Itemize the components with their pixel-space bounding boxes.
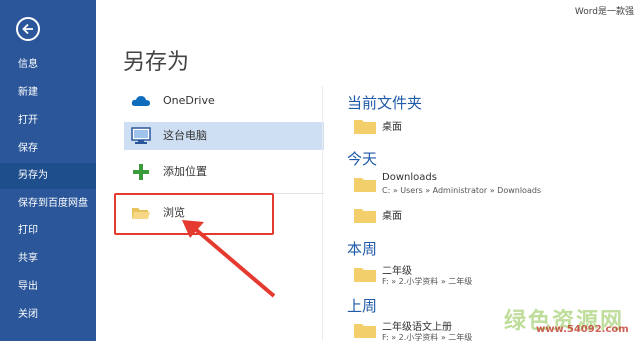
- location-add-place[interactable]: 添加位置: [124, 158, 324, 186]
- folder-item-grade2[interactable]: 二年级 F: » 2.小学资料 » 二年级: [354, 262, 634, 292]
- folder-icon: [354, 178, 376, 192]
- cloud-icon: [131, 92, 151, 110]
- nav-item-print[interactable]: 打印: [0, 218, 96, 244]
- arrow-left-icon: [22, 23, 33, 35]
- folder-item-downloads[interactable]: Downloads C: » Users » Administrator » D…: [354, 172, 634, 202]
- nav-item-export[interactable]: 导出: [0, 274, 96, 300]
- page-title: 另存为: [123, 50, 190, 75]
- folder-icon: [354, 120, 376, 134]
- folder-item-desktop[interactable]: 桌面: [354, 118, 634, 148]
- section-heading-current-folder: 当前文件夹: [347, 94, 423, 112]
- location-label: OneDrive: [163, 94, 215, 107]
- folder-name: 桌面: [382, 122, 402, 133]
- folder-name: 二年级语文上册: [382, 322, 452, 333]
- folder-name: Downloads: [382, 172, 437, 183]
- folder-path: F: » 2.小学资料 » 二年级: [382, 277, 473, 286]
- nav-item-info[interactable]: 信息: [0, 52, 96, 78]
- folder-icon: [354, 209, 376, 223]
- location-this-pc[interactable]: 这台电脑: [124, 122, 324, 150]
- nav-item-save-to-baidu[interactable]: 保存到百度网盘: [0, 191, 96, 217]
- folder-path: F: » 2.小学资料 » 二年级: [382, 333, 473, 342]
- location-label: 这台电脑: [163, 129, 207, 142]
- back-button[interactable]: [16, 17, 40, 41]
- nav-item-close[interactable]: 关闭: [0, 302, 96, 328]
- folder-name: 桌面: [382, 211, 402, 222]
- computer-icon: [131, 127, 151, 145]
- plus-icon: [131, 163, 151, 181]
- nav-item-save[interactable]: 保存: [0, 136, 96, 162]
- folder-name: 二年级: [382, 266, 412, 277]
- backstage-sidebar: 信息 新建 打开 保存 另存为 保存到百度网盘 打印 共享 导出 关闭: [0, 0, 96, 341]
- location-onedrive[interactable]: OneDrive: [124, 87, 324, 115]
- folder-icon: [354, 268, 376, 282]
- watermark-url: www.54092.com: [536, 324, 629, 335]
- folder-path: C: » Users » Administrator » Downloads: [382, 186, 542, 195]
- column-divider: [322, 86, 323, 341]
- section-heading-today: 今天: [347, 150, 378, 168]
- watermark: 绿色资源网 www.54092.com: [496, 303, 638, 339]
- nav-item-share[interactable]: 共享: [0, 246, 96, 272]
- window-title: Word是一款强: [574, 7, 634, 17]
- location-label: 添加位置: [163, 165, 207, 178]
- nav-item-save-as[interactable]: 另存为: [0, 163, 96, 189]
- annotation-arrow-icon: [182, 220, 276, 298]
- folder-icon: [354, 324, 376, 338]
- folder-item-desktop-today[interactable]: 桌面: [354, 207, 634, 237]
- section-heading-last-week: 上周: [347, 297, 378, 315]
- section-heading-this-week: 本周: [347, 240, 378, 258]
- nav-item-open[interactable]: 打开: [0, 108, 96, 134]
- nav-item-new[interactable]: 新建: [0, 80, 96, 106]
